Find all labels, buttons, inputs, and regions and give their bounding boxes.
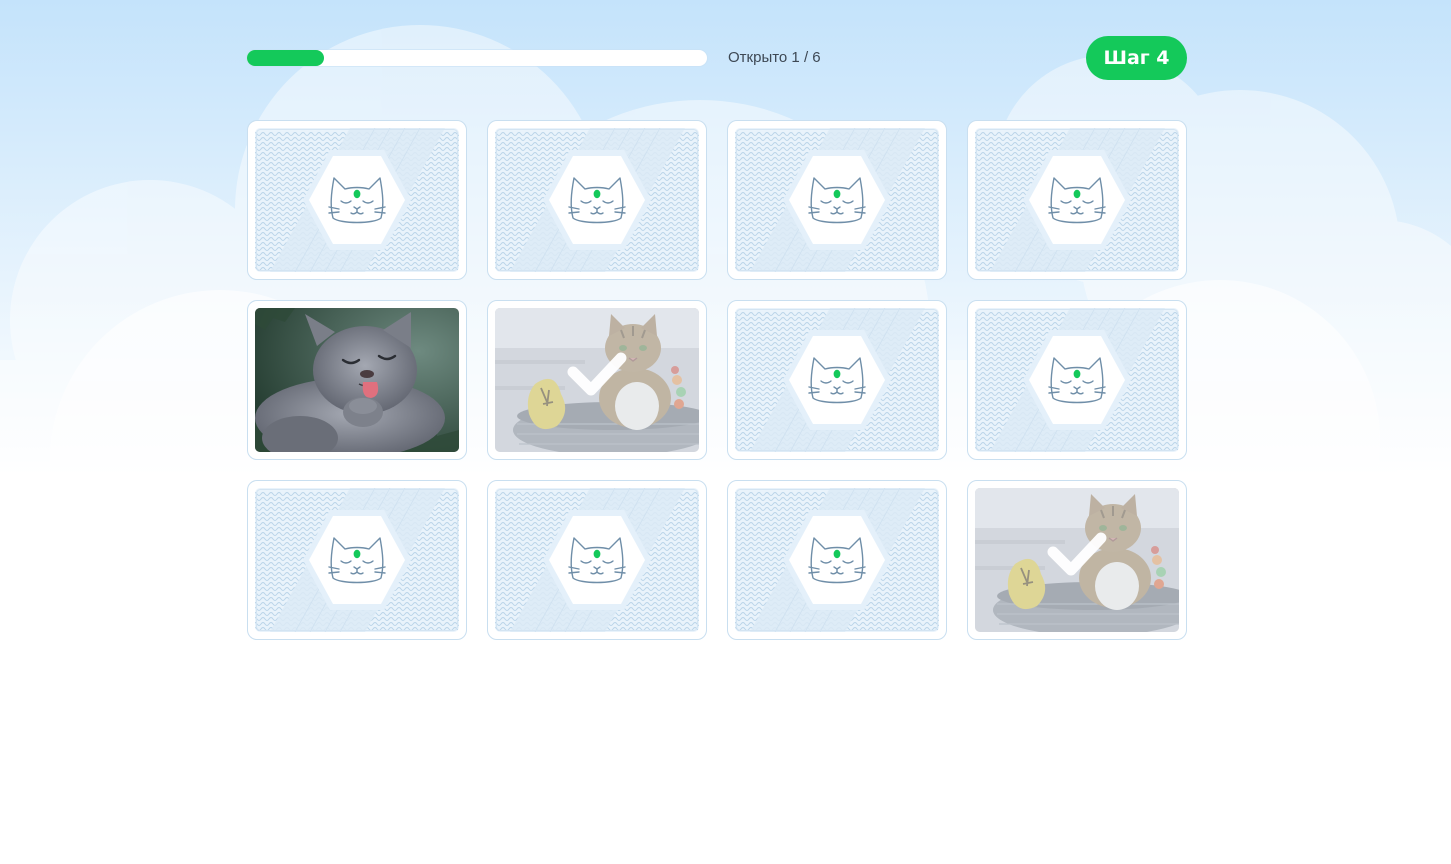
sleeping-cat-icon	[1047, 172, 1107, 228]
sleeping-cat-icon	[567, 532, 627, 588]
progress-bar-fill	[247, 50, 324, 66]
sleeping-cat-icon	[807, 352, 867, 408]
memory-card-face-down[interactable]	[487, 120, 707, 280]
memory-card-face-down[interactable]	[247, 120, 467, 280]
memory-card-matched[interactable]	[967, 480, 1187, 640]
card-back-pattern	[975, 128, 1179, 272]
progress-bar	[247, 50, 707, 66]
tabby-cat-in-basket-photo	[495, 308, 699, 452]
sleeping-cat-icon	[807, 532, 867, 588]
step-badge[interactable]: Шаг 4	[1086, 36, 1187, 80]
card-grid	[247, 120, 1187, 640]
check-icon	[1047, 530, 1107, 580]
card-back-pattern	[735, 128, 939, 272]
check-icon	[567, 350, 627, 400]
tabby-cat-in-basket-photo	[975, 488, 1179, 632]
memory-card-face-down[interactable]	[247, 480, 467, 640]
memory-card-open[interactable]	[247, 300, 467, 460]
progress-label: Открыто 1 / 6	[728, 49, 821, 66]
sleeping-cat-icon	[567, 172, 627, 228]
sleeping-cat-icon	[1047, 352, 1107, 408]
card-back-pattern	[255, 128, 459, 272]
sleeping-cat-icon	[807, 172, 867, 228]
card-back-pattern	[735, 308, 939, 452]
memory-card-face-down[interactable]	[487, 480, 707, 640]
card-back-pattern	[975, 308, 1179, 452]
gray-cat-licking-paw-photo	[255, 308, 459, 452]
memory-card-face-down[interactable]	[727, 120, 947, 280]
card-back-pattern	[255, 488, 459, 632]
memory-card-face-down[interactable]	[967, 300, 1187, 460]
memory-card-face-down[interactable]	[727, 300, 947, 460]
memory-card-face-down[interactable]	[727, 480, 947, 640]
sleeping-cat-icon	[327, 172, 387, 228]
sleeping-cat-icon	[327, 532, 387, 588]
memory-card-matched[interactable]	[487, 300, 707, 460]
card-back-pattern	[735, 488, 939, 632]
card-back-pattern	[495, 128, 699, 272]
memory-card-face-down[interactable]	[967, 120, 1187, 280]
card-back-pattern	[495, 488, 699, 632]
